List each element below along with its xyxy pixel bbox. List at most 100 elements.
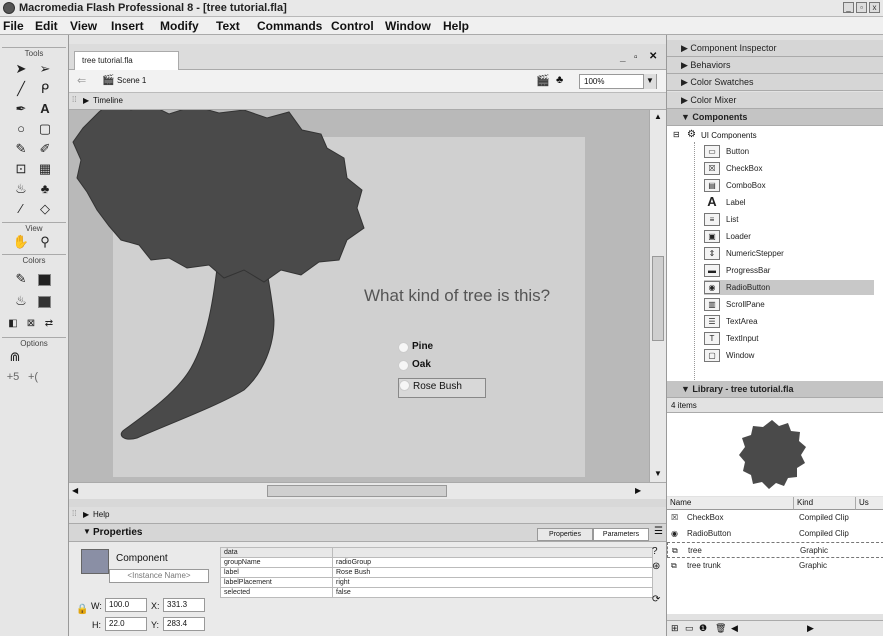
collapse-minus-icon[interactable]: ⊟ xyxy=(673,130,680,139)
lasso-tool-icon[interactable]: ᑭ xyxy=(36,81,54,97)
doc-restore-button[interactable]: ▫ xyxy=(634,52,638,63)
library-col-name[interactable]: Name xyxy=(667,497,794,510)
scroll-right-icon[interactable]: ▶ xyxy=(807,623,814,634)
lock-icon[interactable]: 🔒 xyxy=(76,604,88,615)
eyedropper-tool-icon[interactable]: ⁄ xyxy=(12,201,30,217)
table-row[interactable]: selected false xyxy=(220,587,653,598)
collapse-arrow-icon[interactable]: ▼ xyxy=(83,527,91,536)
doc-close-button[interactable]: ✕ xyxy=(649,51,657,62)
chevron-down-icon[interactable]: ▼ xyxy=(643,74,656,89)
tab-tree-tutorial[interactable]: tree tutorial.fla xyxy=(74,51,179,70)
refresh-icon[interactable]: ⟳ xyxy=(652,594,660,605)
fill-color-icon[interactable]: ♨ xyxy=(12,293,30,309)
panel-components[interactable]: ▼ Components xyxy=(667,109,883,126)
brush-tool-icon[interactable]: ✐ xyxy=(36,141,54,157)
x-field[interactable]: 331.3 xyxy=(163,598,205,612)
fill-transform-tool-icon[interactable]: ▦ xyxy=(36,161,54,177)
scroll-left-icon[interactable]: ◀ xyxy=(731,623,738,634)
component-checkbox[interactable]: ☒ CheckBox xyxy=(704,161,874,176)
rectangle-tool-icon[interactable]: ▢ xyxy=(36,121,54,137)
horizontal-scroll-thumb[interactable] xyxy=(267,485,447,497)
menu-modify[interactable]: Modify xyxy=(160,19,199,33)
component-radiobutton[interactable]: ◉ RadioButton xyxy=(704,280,874,295)
selection-tool-icon[interactable]: ➤ xyxy=(12,61,30,77)
menu-file[interactable]: File xyxy=(3,19,24,33)
default-colors-icon[interactable]: ◧ xyxy=(4,316,22,332)
menu-view[interactable]: View xyxy=(70,19,97,33)
subselection-tool-icon[interactable]: ➢ xyxy=(36,61,54,77)
stroke-color-icon[interactable]: ✎ xyxy=(12,271,30,287)
edit-symbols-icon[interactable]: ♣ xyxy=(556,74,563,86)
menu-text[interactable]: Text xyxy=(216,19,240,33)
menu-edit[interactable]: Edit xyxy=(35,19,58,33)
menu-insert[interactable]: Insert xyxy=(111,19,144,33)
panel-color-mixer[interactable]: ▶ Color Mixer xyxy=(667,92,883,109)
timeline-bar[interactable]: ⁞⁞ ▶ Timeline xyxy=(69,93,666,110)
component-window[interactable]: ▢ Window xyxy=(704,348,874,363)
vertical-scrollbar[interactable]: ▲ ▼ xyxy=(649,110,666,482)
component-list[interactable]: ≡ List xyxy=(704,212,874,227)
table-row[interactable]: groupName radioGroup xyxy=(220,557,653,568)
minimize-button[interactable]: _ xyxy=(843,2,854,13)
zoom-select[interactable]: 100% ▼ xyxy=(579,74,657,89)
new-folder-icon[interactable]: ▭ xyxy=(685,623,694,634)
library-item-tree-trunk[interactable]: ⧉ tree trunk Graphic xyxy=(667,558,883,574)
table-row[interactable]: data xyxy=(220,547,653,558)
library-col-kind[interactable]: Kind xyxy=(794,497,856,510)
width-field[interactable]: 100.0 xyxy=(105,598,147,612)
component-loader[interactable]: ▣ Loader xyxy=(704,229,874,244)
component-label[interactable]: A Label xyxy=(704,195,874,210)
hand-tool-icon[interactable]: ✋ xyxy=(12,234,30,250)
doc-minimize-button[interactable]: _ xyxy=(620,52,626,63)
component-button[interactable]: ▭ Button xyxy=(704,144,874,159)
tab-properties[interactable]: Properties xyxy=(537,528,593,541)
stroke-color-swatch[interactable] xyxy=(38,274,51,286)
straighten-icon[interactable]: +( xyxy=(24,369,42,385)
library-item-checkbox[interactable]: ☒ CheckBox Compiled Clip xyxy=(667,510,883,526)
restore-button[interactable]: ▫ xyxy=(856,2,867,13)
component-numericstepper[interactable]: ⇕ NumericStepper xyxy=(704,246,874,261)
library-item-radiobutton[interactable]: ◉ RadioButton Compiled Clip xyxy=(667,526,883,542)
pen-tool-icon[interactable]: ✒ xyxy=(12,101,30,117)
help-circle-icon[interactable]: ? xyxy=(652,546,658,557)
panel-color-swatches[interactable]: ▶ Color Swatches xyxy=(667,74,883,91)
instance-name-field[interactable]: <Instance Name> xyxy=(109,569,209,583)
vertical-scroll-thumb[interactable] xyxy=(652,256,664,341)
line-tool-icon[interactable]: ╱ xyxy=(12,81,30,97)
scroll-down-icon[interactable]: ▼ xyxy=(654,469,662,478)
oval-tool-icon[interactable]: ○ xyxy=(12,121,30,137)
panel-behaviors[interactable]: ▶ Behaviors xyxy=(667,57,883,74)
panel-component-inspector[interactable]: ▶ Component Inspector xyxy=(667,40,883,57)
pencil-tool-icon[interactable]: ✎ xyxy=(12,141,30,157)
table-row[interactable]: label Rose Bush xyxy=(220,567,653,578)
snap-to-objects-icon[interactable]: ⋒ xyxy=(6,349,24,365)
back-arrow-icon[interactable]: ⇐ xyxy=(77,74,86,87)
component-textarea[interactable]: ☰ TextArea xyxy=(704,314,874,329)
new-symbol-icon[interactable]: ⊞ xyxy=(671,623,679,634)
no-color-icon[interactable]: ⊠ xyxy=(22,316,40,332)
scroll-up-icon[interactable]: ▲ xyxy=(654,112,662,121)
component-combobox[interactable]: ▤ ComboBox xyxy=(704,178,874,193)
scroll-right-icon[interactable]: ▶ xyxy=(635,486,641,495)
zoom-tool-icon[interactable]: ⚲ xyxy=(36,234,54,250)
help-bar[interactable]: ⁞⁞ ▶ Help xyxy=(69,507,666,524)
delete-icon[interactable]: 🗑 xyxy=(715,623,726,634)
table-row[interactable]: labelPlacement right xyxy=(220,577,653,588)
scroll-left-icon[interactable]: ◀ xyxy=(72,486,78,495)
tree-graphic[interactable] xyxy=(69,110,649,482)
height-field[interactable]: 22.0 xyxy=(105,617,147,631)
smooth-icon[interactable]: +5 xyxy=(4,369,22,385)
free-transform-tool-icon[interactable]: ⊡ xyxy=(12,161,30,177)
library-col-use[interactable]: Us xyxy=(856,497,883,510)
menu-window[interactable]: Window xyxy=(385,19,431,33)
text-tool-icon[interactable]: A xyxy=(36,101,54,117)
component-scrollpane[interactable]: ▥ ScrollPane xyxy=(704,297,874,312)
properties-icon[interactable]: ❶ xyxy=(699,623,707,634)
menu-control[interactable]: Control xyxy=(331,19,374,33)
expand-arrow-icon[interactable]: ▶ xyxy=(83,96,89,105)
swap-colors-icon[interactable]: ⇄ xyxy=(40,316,58,332)
behaviors-icon[interactable]: ⊛ xyxy=(652,561,660,572)
ink-bottle-tool-icon[interactable]: ♨ xyxy=(12,181,30,197)
component-textinput[interactable]: T TextInput xyxy=(704,331,874,346)
y-field[interactable]: 283.4 xyxy=(163,617,205,631)
